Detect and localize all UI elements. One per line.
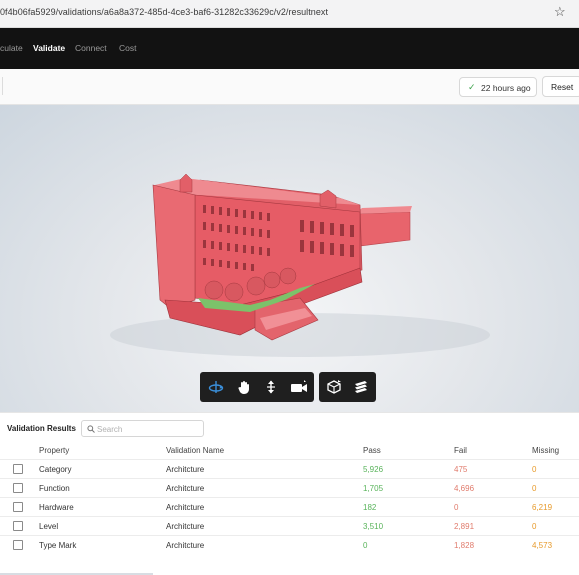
row-checkbox[interactable] [13, 540, 23, 550]
last-run-text: 22 hours ago [481, 83, 531, 93]
table-row[interactable]: Hardware Architcture 182 0 6,219 [0, 497, 579, 516]
validation-name-cell: Architcture [166, 541, 205, 550]
pass-cell: 1,705 [363, 484, 384, 493]
nav-item-calculate[interactable]: culate [0, 43, 23, 53]
fail-cell: 475 [454, 465, 468, 474]
model-viewport[interactable] [0, 105, 579, 412]
table-row[interactable]: Level Architcture 3,510 2,891 0 [0, 516, 579, 535]
url-text[interactable]: 0f4b06fa5929/validations/a6a8a372-485d-4… [0, 7, 328, 17]
toolbar-edge [0, 77, 3, 95]
vertical-move-icon [267, 380, 275, 394]
last-run-badge: ✓ 22 hours ago [459, 77, 537, 97]
pass-cell: 0 [363, 541, 368, 550]
camera-button[interactable] [284, 372, 312, 402]
validation-name-cell: Architcture [166, 484, 205, 493]
layers-icon [355, 381, 367, 393]
building-model[interactable] [0, 105, 579, 412]
nav-item-connect[interactable]: Connect [75, 43, 107, 53]
missing-cell: 0 [532, 522, 537, 531]
row-checkbox[interactable] [13, 521, 23, 531]
validation-name-cell: Architcture [166, 522, 205, 531]
search-input[interactable] [97, 423, 201, 435]
pass-cell: 5,926 [363, 465, 384, 474]
nav-item-cost[interactable]: Cost [119, 43, 136, 53]
missing-cell: 0 [532, 465, 537, 474]
orbit-icon [208, 381, 224, 393]
orbit-button[interactable] [202, 372, 230, 402]
column-header-fail[interactable]: Fail [454, 446, 467, 455]
property-cell: Category [39, 465, 72, 474]
column-header-missing[interactable]: Missing [532, 446, 559, 455]
results-title: Validation Results [7, 424, 76, 433]
fail-cell: 0 [454, 503, 459, 512]
pan-icon [238, 381, 249, 394]
view-tool-group [319, 372, 376, 402]
row-checkbox[interactable] [13, 502, 23, 512]
validation-results-panel: Validation Results Property Validation N… [0, 412, 579, 575]
column-header-pass[interactable]: Pass [363, 446, 381, 455]
validation-name-cell: Architcture [166, 503, 205, 512]
navigation-tool-group [200, 372, 314, 402]
column-header-validation-name[interactable]: Validation Name [166, 446, 224, 455]
pass-cell: 182 [363, 503, 377, 512]
row-checkbox[interactable] [13, 483, 23, 493]
fail-cell: 2,891 [454, 522, 475, 531]
check-icon: ✓ [468, 82, 476, 92]
pan-button[interactable] [230, 372, 258, 402]
missing-cell: 0 [532, 484, 537, 493]
reset-button[interactable]: Reset [542, 76, 579, 97]
star-icon[interactable]: ☆ [554, 5, 566, 19]
search-icon [87, 425, 95, 433]
column-header-property[interactable]: Property [39, 446, 69, 455]
row-checkbox[interactable] [13, 464, 23, 474]
validation-name-cell: Architcture [166, 465, 205, 474]
camera-icon [291, 380, 307, 392]
app-navigation: culate Validate Connect Cost [0, 28, 579, 69]
vertical-move-button[interactable] [257, 372, 285, 402]
property-cell: Level [39, 522, 59, 531]
browser-address-bar: 0f4b06fa5929/validations/a6a8a372-485d-4… [0, 0, 579, 28]
layers-button[interactable] [347, 372, 375, 402]
missing-cell: 4,573 [532, 541, 553, 550]
missing-cell: 6,219 [532, 503, 553, 512]
section-box-button[interactable] [320, 372, 348, 402]
table-row[interactable]: Function Architcture 1,705 4,696 0 [0, 478, 579, 497]
pass-cell: 3,510 [363, 522, 384, 531]
property-cell: Hardware [39, 503, 74, 512]
nav-item-validate[interactable]: Validate [33, 43, 65, 53]
fail-cell: 4,696 [454, 484, 475, 493]
property-cell: Type Mark [39, 541, 77, 550]
table-row[interactable]: Category Architcture 5,926 475 0 [0, 459, 579, 478]
section-box-icon [327, 380, 341, 394]
fail-cell: 1,828 [454, 541, 475, 550]
table-row[interactable]: Type Mark Architcture 0 1,828 4,573 [0, 535, 579, 554]
search-box[interactable] [81, 420, 204, 437]
reset-label: Reset [551, 82, 574, 92]
property-cell: Function [39, 484, 70, 493]
